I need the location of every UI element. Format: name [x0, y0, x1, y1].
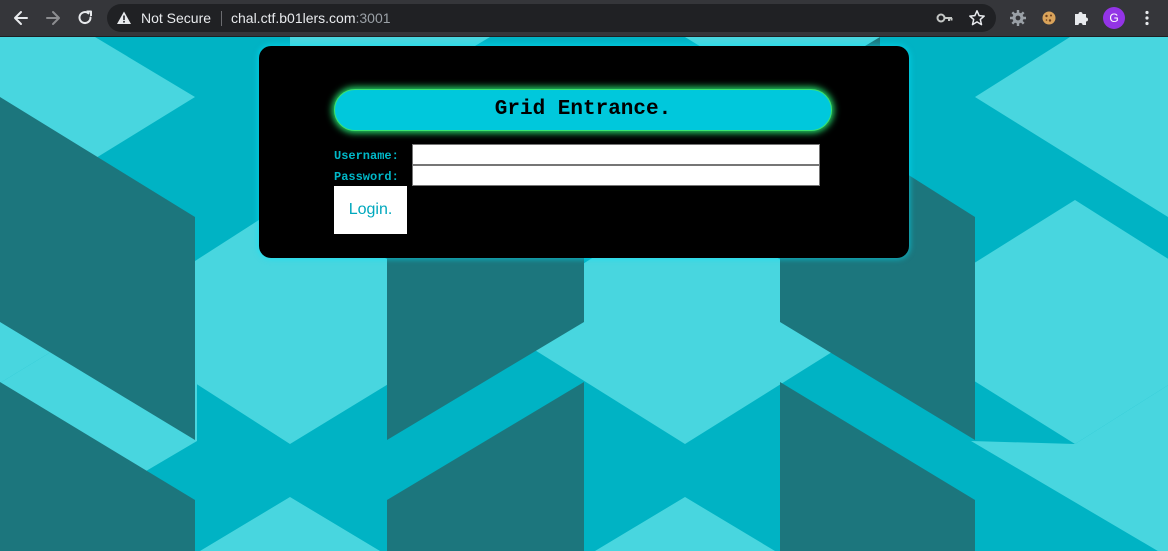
back-icon — [14, 11, 28, 25]
extension-cookie-icon — [1042, 11, 1056, 25]
extension-cookie-button[interactable] — [1037, 6, 1061, 30]
star-icon[interactable] — [968, 9, 986, 27]
login-panel: Grid Entrance. Username: Password: Login… — [259, 46, 909, 258]
page-title: Grid Entrance. — [334, 89, 832, 131]
browser-toolbar: Not Secure chal.ctf.b01lers.com:3001 G — [0, 0, 1168, 37]
password-label: Password: — [334, 170, 399, 184]
extensions-button[interactable] — [1069, 6, 1093, 30]
address-bar[interactable]: Not Secure chal.ctf.b01lers.com:3001 — [107, 4, 996, 32]
username-input[interactable] — [412, 144, 820, 165]
url-text[interactable]: chal.ctf.b01lers.com:3001 — [231, 10, 391, 26]
security-status[interactable]: Not Secure — [141, 10, 211, 26]
extension-gear-icon — [1010, 10, 1026, 26]
menu-icon — [1145, 10, 1149, 26]
warning-icon — [117, 11, 131, 24]
forward-icon — [46, 11, 60, 25]
reload-icon — [78, 10, 92, 25]
forward-button[interactable] — [41, 6, 65, 30]
extensions-puzzle-icon — [1075, 12, 1088, 25]
profile-avatar[interactable]: G — [1103, 7, 1125, 29]
password-input[interactable] — [412, 165, 820, 186]
login-button[interactable]: Login. — [334, 186, 407, 234]
back-button[interactable] — [9, 6, 33, 30]
url-host: chal.ctf.b01lers.com — [231, 10, 356, 26]
username-label: Username: — [334, 149, 399, 163]
key-icon[interactable] — [936, 10, 954, 26]
url-port: :3001 — [355, 10, 391, 26]
page-viewport: Grid Entrance. Username: Password: Login… — [0, 37, 1168, 551]
extension-gear-button[interactable] — [1006, 6, 1030, 30]
reload-button[interactable] — [73, 6, 97, 30]
browser-menu-button[interactable] — [1135, 6, 1159, 30]
omnibox-divider — [221, 11, 222, 26]
